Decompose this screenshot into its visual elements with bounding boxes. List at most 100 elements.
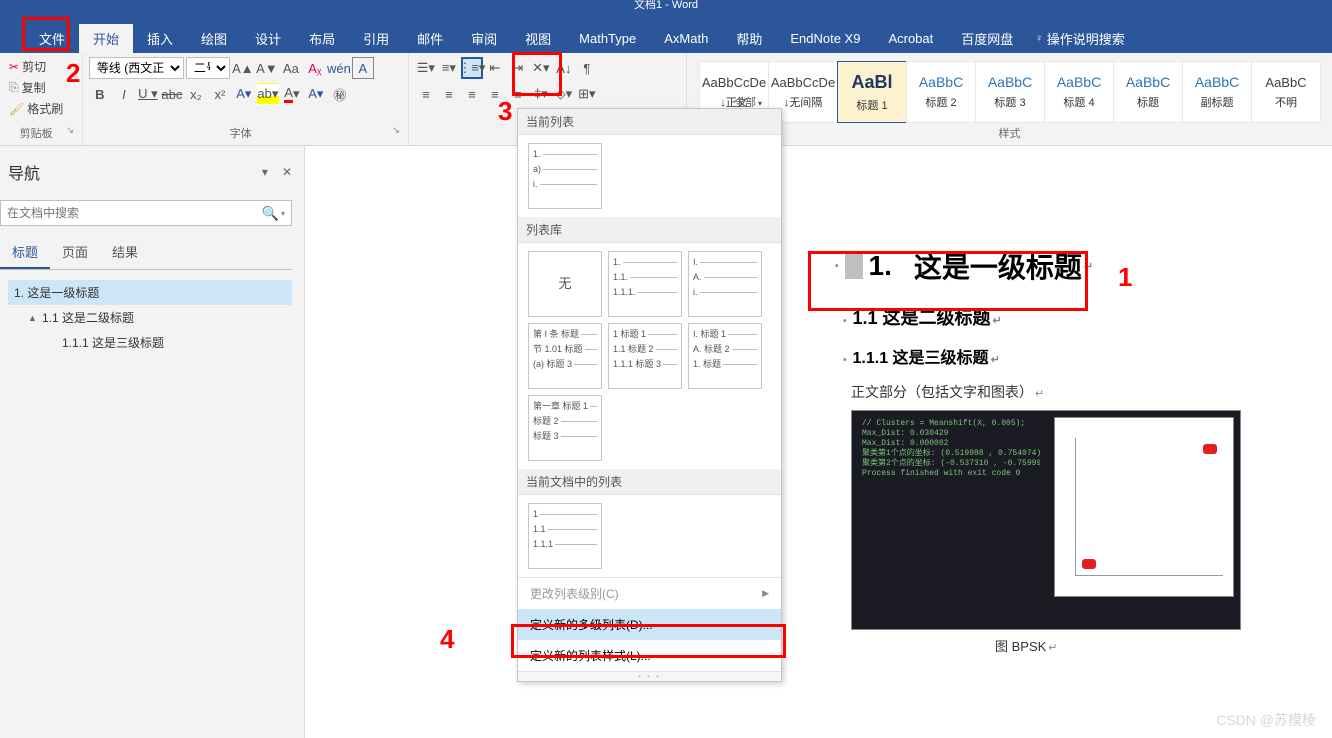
ml-tile[interactable]: I.A.i. bbox=[688, 251, 762, 317]
ml-all-label[interactable]: 全部 bbox=[734, 94, 762, 110]
align-right-button[interactable]: ≡ bbox=[461, 83, 483, 105]
text-effects-button[interactable]: A▾ bbox=[233, 83, 255, 105]
clipboard-launcher-icon[interactable]: ↘ bbox=[66, 125, 74, 136]
tab-endnote[interactable]: EndNote X9 bbox=[776, 24, 874, 53]
watermark: CSDN @苏模棱 bbox=[1216, 710, 1316, 730]
tab-references[interactable]: 引用 bbox=[349, 24, 403, 53]
align-center-button[interactable]: ≡ bbox=[438, 83, 460, 105]
doc-heading2[interactable]: •1.1 这是二级标题 bbox=[843, 304, 1332, 330]
font-name-combo[interactable]: 等线 (西文正文) bbox=[89, 57, 184, 79]
tab-file[interactable]: 文件 bbox=[25, 24, 79, 53]
tell-me-search[interactable]: 操作说明搜索 bbox=[1035, 29, 1125, 48]
number-list-button[interactable]: ≡▾ bbox=[438, 57, 460, 79]
style-item[interactable]: AaBl标题 1 bbox=[837, 61, 907, 123]
bullet-list-button[interactable]: ☰▾ bbox=[415, 57, 437, 79]
grow-font-button[interactable]: A▲ bbox=[232, 57, 254, 79]
enclose-char-button[interactable]: A bbox=[352, 57, 374, 79]
show-marks-button[interactable]: ¶ bbox=[576, 57, 598, 79]
ml-define-new-multilevel[interactable]: 定义新的多级列表(D)... bbox=[518, 609, 781, 640]
styles-gallery[interactable]: AaBbCcDe↓正文AaBbCcDe↓无间隔AaBl标题 1AaBbC标题 2… bbox=[693, 57, 1326, 123]
underline-button[interactable]: U ▾ bbox=[137, 83, 159, 105]
doc-figure[interactable]: // Clusters = Meanshift(X, 0.005); Max_D… bbox=[851, 410, 1241, 630]
nav-tree-item[interactable]: 1. 这是一级标题 bbox=[8, 280, 292, 305]
nav-tab-headings[interactable]: 标题 bbox=[0, 236, 50, 269]
annotation-num-2: 2 bbox=[66, 58, 80, 89]
style-item[interactable]: AaBbC不明 bbox=[1251, 61, 1321, 123]
nav-tree: 1. 这是一级标题▲1.1 这是二级标题1.1.1 这是三级标题 bbox=[0, 270, 292, 355]
italic-button[interactable]: I bbox=[113, 83, 135, 105]
tab-baidu[interactable]: 百度网盘 bbox=[947, 24, 1027, 53]
ml-tile[interactable]: 第 I 条 标题节 1.01 标题(a) 标题 3 bbox=[528, 323, 602, 389]
nav-tab-pages[interactable]: 页面 bbox=[50, 236, 100, 269]
tab-review[interactable]: 审阅 bbox=[457, 24, 511, 53]
tab-view[interactable]: 视图 bbox=[511, 24, 565, 53]
highlight-button[interactable]: ab▾ bbox=[257, 83, 279, 105]
shrink-font-button[interactable]: A▼ bbox=[256, 57, 278, 79]
search-icon[interactable]: 🔍 bbox=[262, 205, 279, 222]
subscript-button[interactable]: x₂ bbox=[185, 83, 207, 105]
superscript-button[interactable]: x² bbox=[209, 83, 231, 105]
font-size-combo[interactable]: 二号 bbox=[186, 57, 230, 79]
tab-layout[interactable]: 布局 bbox=[295, 24, 349, 53]
font-launcher-icon[interactable]: ↘ bbox=[392, 125, 400, 136]
doc-figure-label[interactable]: 图 BPSK bbox=[995, 636, 1332, 655]
nav-tree-item[interactable]: 1.1.1 这是三级标题 bbox=[8, 330, 292, 355]
nav-tree-item[interactable]: ▲1.1 这是二级标题 bbox=[8, 305, 292, 330]
nav-search-input[interactable] bbox=[7, 206, 262, 220]
style-item[interactable]: AaBbC标题 4 bbox=[1044, 61, 1114, 123]
style-item[interactable]: AaBbC标题 bbox=[1113, 61, 1183, 123]
tab-draw[interactable]: 绘图 bbox=[187, 24, 241, 53]
doc-body-text[interactable]: 正文部分（包括文字和图表） bbox=[851, 382, 1332, 402]
char-shading-button[interactable]: A▾ bbox=[305, 83, 327, 105]
tab-help[interactable]: 帮助 bbox=[722, 24, 776, 53]
tab-home[interactable]: 开始 bbox=[79, 24, 133, 53]
font-color-button[interactable]: A▾ bbox=[281, 83, 303, 105]
ml-tile[interactable]: 1 标题 11.1 标题 21.1.1 标题 3 bbox=[608, 323, 682, 389]
nav-search-box[interactable]: 🔍▾ bbox=[0, 200, 292, 226]
char-border-button[interactable]: ㊙ bbox=[329, 83, 351, 105]
doc-heading1[interactable]: • 1. 这是一级标题 bbox=[835, 246, 1332, 286]
tab-mailings[interactable]: 邮件 bbox=[403, 24, 457, 53]
doc-heading3[interactable]: •1.1.1 这是三级标题 bbox=[843, 344, 1332, 368]
tab-insert[interactable]: 插入 bbox=[133, 24, 187, 53]
nav-tab-results[interactable]: 结果 bbox=[100, 236, 150, 269]
tab-design[interactable]: 设计 bbox=[241, 24, 295, 53]
ml-tile[interactable]: 11.11.1.1 bbox=[528, 503, 602, 569]
ml-menu: 更改列表级别(C)▶ 定义新的多级列表(D)... 定义新的列表样式(L)... bbox=[518, 577, 781, 671]
ml-tile[interactable]: I. 标题 1A. 标题 21. 标题 bbox=[688, 323, 762, 389]
border-button[interactable]: ⊞▾ bbox=[576, 83, 598, 105]
change-case-button[interactable]: Aa bbox=[280, 57, 302, 79]
ml-tile[interactable]: 1.1.1.1.1.1. bbox=[608, 251, 682, 317]
ml-tile-none[interactable]: 无 bbox=[528, 251, 602, 317]
nav-close-icon[interactable]: ✕ bbox=[282, 165, 292, 179]
ml-doc-grid: 11.11.1.1 bbox=[518, 495, 781, 577]
tab-axmath[interactable]: AxMath bbox=[650, 24, 722, 53]
ml-tile[interactable]: 第一章 标题 1标题 2标题 3 bbox=[528, 395, 602, 461]
format-painter-button[interactable]: 🖌格式刷 bbox=[6, 99, 76, 118]
title-bar: 文档1 - Word bbox=[0, 0, 1332, 16]
ml-define-new-style[interactable]: 定义新的列表样式(L)... bbox=[518, 640, 781, 671]
bold-button[interactable]: B bbox=[89, 83, 111, 105]
asian-layout-button[interactable]: ✕▾ bbox=[530, 57, 552, 79]
strike-button[interactable]: abc bbox=[161, 83, 183, 105]
phonetic-guide-button[interactable]: wén bbox=[328, 57, 350, 79]
clear-format-button[interactable]: Aᵪ bbox=[304, 57, 326, 79]
decrease-indent-button[interactable]: ⇤ bbox=[484, 57, 506, 79]
style-item[interactable]: AaBbC副标题 bbox=[1182, 61, 1252, 123]
increase-indent-button[interactable]: ⇥ bbox=[507, 57, 529, 79]
ml-tile[interactable]: 1.a)i. bbox=[528, 143, 602, 209]
nav-collapse-icon[interactable]: ▾ bbox=[262, 165, 268, 179]
tab-mathtype[interactable]: MathType bbox=[565, 24, 650, 53]
page[interactable]: • 1. 这是一级标题 •1.1 这是二级标题 •1.1.1 这是三级标题 正文… bbox=[815, 226, 1332, 655]
tab-acrobat[interactable]: Acrobat bbox=[874, 24, 947, 53]
ml-change-level[interactable]: 更改列表级别(C)▶ bbox=[518, 578, 781, 609]
style-item[interactable]: AaBbC标题 2 bbox=[906, 61, 976, 123]
multilevel-list-button[interactable]: ⋮≡▾ bbox=[461, 57, 483, 79]
line-spacing-button[interactable]: ‡▾ bbox=[530, 83, 552, 105]
sort-button[interactable]: A↓ bbox=[553, 57, 575, 79]
ml-resize-grip[interactable]: • • • bbox=[518, 671, 781, 681]
style-item[interactable]: AaBbC标题 3 bbox=[975, 61, 1045, 123]
align-left-button[interactable]: ≡ bbox=[415, 83, 437, 105]
document-area: • 1. 这是一级标题 •1.1 这是二级标题 •1.1.1 这是三级标题 正文… bbox=[305, 146, 1332, 738]
shading-button[interactable]: ◇▾ bbox=[553, 83, 575, 105]
